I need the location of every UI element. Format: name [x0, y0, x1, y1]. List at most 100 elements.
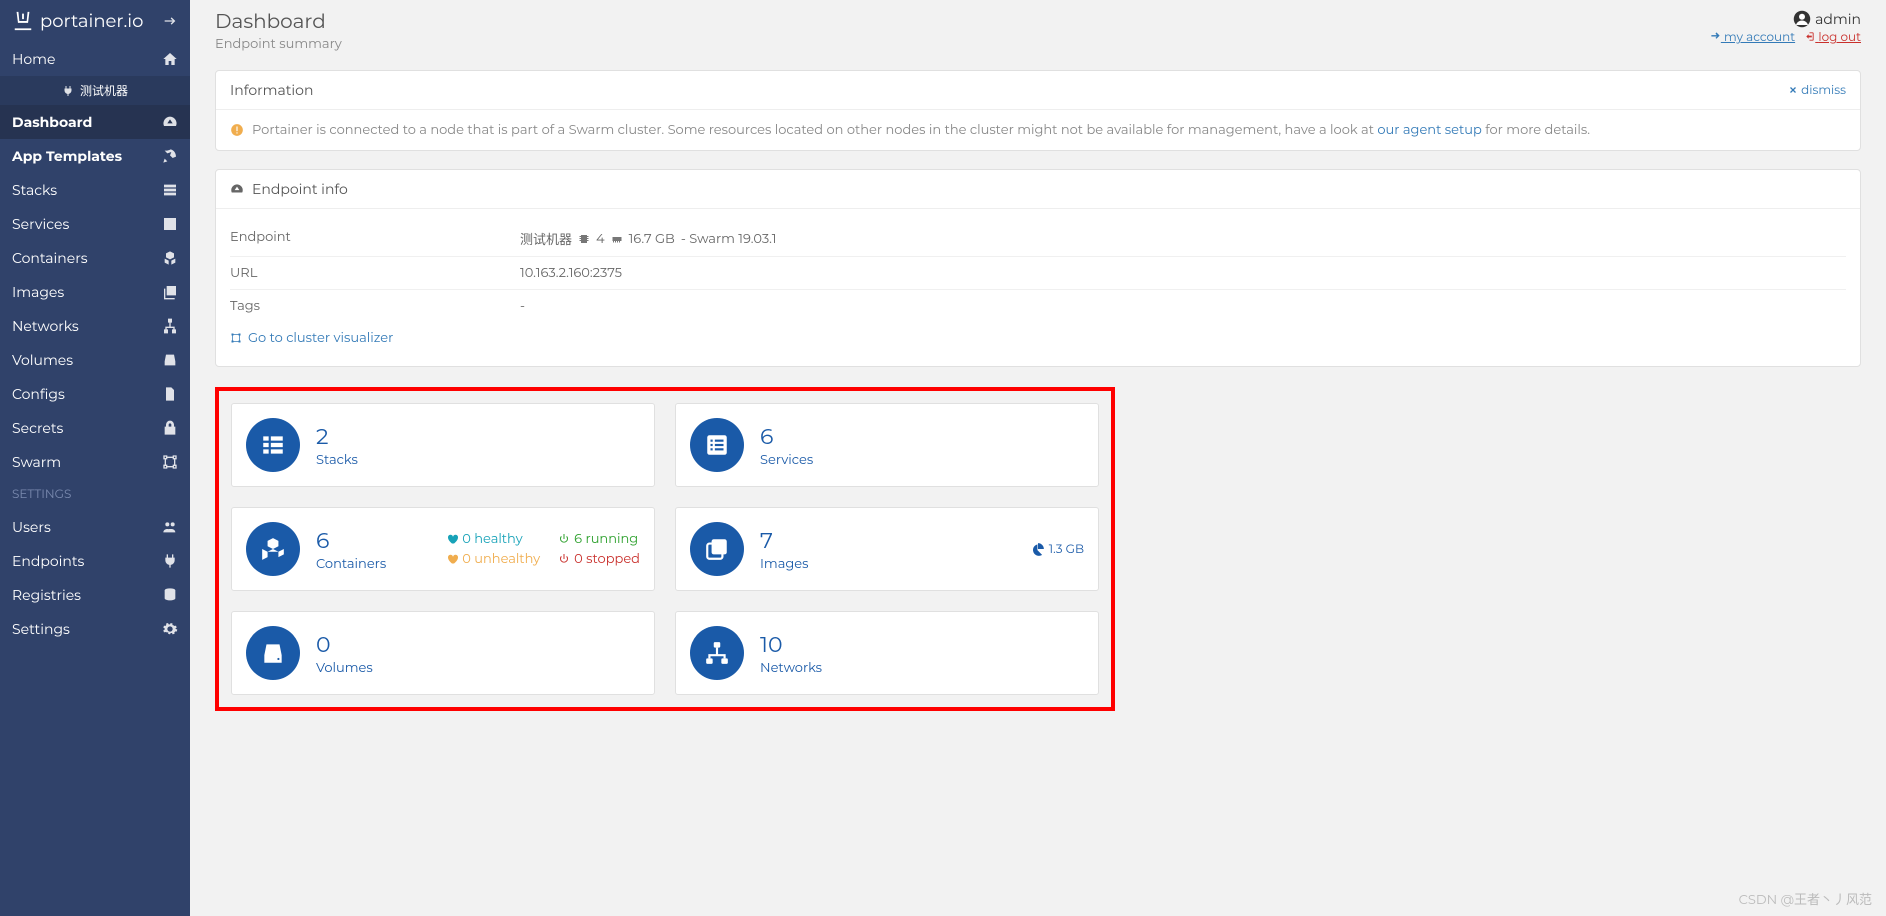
information-panel: Information dismiss Portainer is connect…: [215, 70, 1861, 151]
tile-networks-count: 10: [760, 631, 822, 658]
ep-val-endpoint: 测试机器 4 16.7 GB - Swarm 19.03.1: [520, 229, 1846, 248]
users-icon: [162, 519, 178, 535]
tile-images-label: Images: [760, 556, 809, 572]
nav-settings[interactable]: Settings: [0, 612, 190, 646]
nav-endpoints[interactable]: Endpoints: [0, 544, 190, 578]
rocket-icon: [162, 148, 178, 164]
nav-users[interactable]: Users: [0, 510, 190, 544]
cluster-visualizer-link[interactable]: Go to cluster visualizer: [230, 330, 1846, 346]
tachometer-icon: [230, 182, 244, 196]
sidebar: portainer.io Home 测试机器 Dashboard App Tem…: [0, 0, 190, 916]
nav-registries[interactable]: Registries: [0, 578, 190, 612]
info-panel-title: Information: [230, 81, 313, 99]
nav-images[interactable]: Images: [0, 275, 190, 309]
user-name: admin: [1815, 10, 1861, 28]
tile-services-label: Services: [760, 452, 813, 468]
clone-icon: [704, 536, 730, 562]
ep-key-tags: Tags: [230, 298, 520, 314]
tile-volumes-label: Volumes: [316, 660, 373, 676]
info-notice: Portainer is connected to a node that is…: [230, 122, 1846, 138]
endpoint-info-panel: Endpoint info Endpoint 测试机器 4 16.7 GB - …: [215, 169, 1861, 367]
nav-endpoint[interactable]: 测试机器: [0, 76, 190, 105]
nav-endpoint-label: 测试机器: [80, 82, 128, 99]
cubes-icon: [162, 250, 178, 266]
tile-stacks[interactable]: 2 Stacks: [231, 403, 655, 487]
brand-text: portainer.io: [40, 10, 143, 32]
nav-swarm[interactable]: Swarm: [0, 445, 190, 479]
tachometer-icon: [162, 114, 178, 130]
cogs-icon: [162, 621, 178, 637]
file-icon: [162, 386, 178, 402]
tile-containers[interactable]: 6 Containers 0 healthy 6 running 0 unhea…: [231, 507, 655, 591]
nav-containers[interactable]: Containers: [0, 241, 190, 275]
database-icon: [162, 587, 178, 603]
nav-stacks[interactable]: Stacks: [0, 173, 190, 207]
power-icon: [558, 533, 570, 545]
tile-networks-label: Networks: [760, 660, 822, 676]
tile-services[interactable]: 6 Services: [675, 403, 1099, 487]
hdd-icon: [260, 640, 286, 666]
page-header: Dashboard Endpoint summary: [215, 10, 342, 52]
microchip-icon: [578, 233, 590, 245]
page-title: Dashboard: [215, 10, 342, 34]
ep-key-endpoint: Endpoint: [230, 229, 520, 248]
list-icon: [162, 182, 178, 198]
nav-app-templates[interactable]: App Templates: [0, 139, 190, 173]
tile-networks[interactable]: 10 Networks: [675, 611, 1099, 695]
clone-icon: [162, 284, 178, 300]
tile-stacks-label: Stacks: [316, 452, 358, 468]
ep-key-url: URL: [230, 265, 520, 281]
nav-networks[interactable]: Networks: [0, 309, 190, 343]
object-group-icon: [162, 454, 178, 470]
home-icon: [162, 51, 178, 67]
my-account-link[interactable]: my account: [1710, 30, 1795, 45]
tile-stacks-count: 2: [316, 423, 358, 450]
brand-logo[interactable]: portainer.io: [12, 10, 143, 32]
ep-val-url: 10.163.2.160:2375: [520, 265, 1846, 281]
nav-home-label: Home: [12, 50, 55, 68]
tile-images[interactable]: 7 Images 1.3 GB: [675, 507, 1099, 591]
watermark: CSDN @王者丶丿风范: [1739, 889, 1872, 908]
nav-services[interactable]: Services: [0, 207, 190, 241]
tile-containers-count: 6: [316, 527, 386, 554]
plug-icon: [62, 85, 74, 97]
tile-images-count: 7: [760, 527, 809, 554]
nav-configs[interactable]: Configs: [0, 377, 190, 411]
logout-link[interactable]: log out: [1804, 30, 1861, 45]
page-subtitle: Endpoint summary: [215, 36, 342, 52]
tile-volumes-count: 0: [316, 631, 373, 658]
memory-icon: [611, 233, 623, 245]
nav-dashboard[interactable]: Dashboard: [0, 105, 190, 139]
container-status: 0 healthy 6 running 0 unhealthy 0 stoppe…: [446, 531, 640, 567]
plug-icon: [162, 553, 178, 569]
dismiss-button[interactable]: dismiss: [1788, 83, 1846, 98]
main-content: Dashboard Endpoint summary admin my acco…: [190, 0, 1886, 916]
agent-setup-link[interactable]: our agent setup: [1377, 122, 1481, 138]
heartbeat-icon: [446, 533, 458, 545]
ep-val-tags: -: [520, 298, 1846, 314]
list-alt-icon: [704, 432, 730, 458]
nav-secrets[interactable]: Secrets: [0, 411, 190, 445]
dashboard-tiles: 2 Stacks 6 Services 6 Containers: [215, 387, 1115, 711]
settings-section-label: SETTINGS: [0, 479, 190, 510]
sitemap-icon: [162, 318, 178, 334]
tile-services-count: 6: [760, 423, 813, 450]
tile-containers-label: Containers: [316, 556, 386, 572]
th-list-icon: [260, 432, 286, 458]
tile-volumes[interactable]: 0 Volumes: [231, 611, 655, 695]
collapse-icon[interactable]: [162, 13, 178, 29]
lock-icon: [162, 420, 178, 436]
power-icon: [558, 553, 570, 565]
nav-home[interactable]: Home: [0, 42, 190, 76]
hdd-icon: [162, 352, 178, 368]
tile-images-size: 1.3 GB: [1049, 542, 1084, 557]
sitemap-icon: [704, 640, 730, 666]
warning-icon: [230, 123, 244, 137]
user-icon: [1793, 10, 1811, 28]
heartbeat-icon: [446, 553, 458, 565]
user-indicator: admin: [1704, 10, 1861, 28]
endpoint-panel-title: Endpoint info: [252, 180, 348, 198]
list-alt-icon: [162, 216, 178, 232]
nav-volumes[interactable]: Volumes: [0, 343, 190, 377]
pie-chart-icon: [1031, 542, 1045, 556]
